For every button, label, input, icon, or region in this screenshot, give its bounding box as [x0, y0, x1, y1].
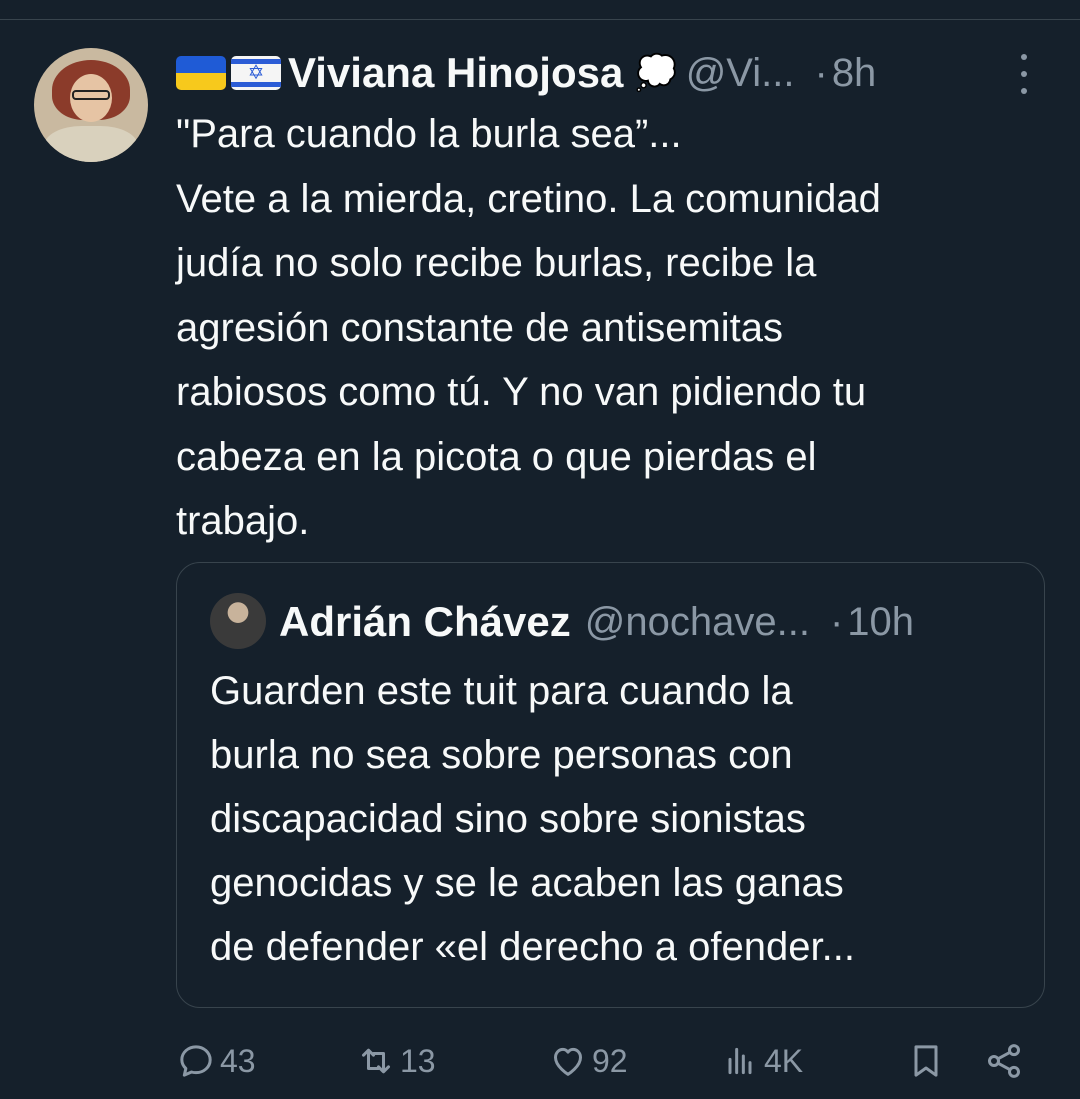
author-avatar[interactable]: [34, 48, 148, 162]
tweet-text-line: rabiosos como tú. Y no van pidiendo tu: [176, 370, 867, 414]
quoted-author-avatar[interactable]: [210, 593, 266, 649]
more-options-icon[interactable]: [1016, 54, 1032, 94]
quoted-tweet[interactable]: Adrián Chávez @nochave... · 10h Guarden …: [176, 562, 1045, 1008]
tweet-text-line: judía no solo recibe burlas, recibe la: [176, 241, 817, 285]
tweet-text-line: "Para cuando la burla sea”...: [176, 112, 682, 156]
tweet-text: "Para cuando la burla sea”... Vete a la …: [176, 102, 1056, 554]
reply-icon: [180, 1045, 212, 1077]
reply-count: 43: [220, 1042, 256, 1079]
like-button[interactable]: 92: [548, 1036, 628, 1086]
bookmark-icon: [914, 1045, 938, 1077]
reply-button[interactable]: 43: [176, 1036, 256, 1086]
views-button[interactable]: 4K: [720, 1036, 803, 1086]
share-icon: [987, 1044, 1021, 1078]
quoted-text-line: Guarden este tuit para cuando la: [210, 669, 793, 713]
tweet-header: ✡ Viviana Hinojosa 💭 @Vi... · 8h: [176, 45, 1046, 101]
views-count: 4K: [764, 1042, 804, 1079]
quoted-tweet-text: Guarden este tuit para cuando la burla n…: [210, 659, 1030, 979]
dot-separator: ·: [829, 599, 844, 644]
quoted-tweet-time[interactable]: 10h: [847, 600, 914, 645]
quoted-text-line: burla no sea sobre personas con: [210, 733, 793, 777]
like-count: 92: [592, 1042, 628, 1079]
heart-icon: [554, 1047, 582, 1076]
top-divider: [0, 19, 1080, 20]
retweet-icon: [362, 1048, 390, 1074]
tweet-text-line: agresión constante de antisemitas: [176, 305, 784, 350]
tweet-time[interactable]: 8h: [832, 51, 877, 96]
quoted-author-display-name[interactable]: Adrián Chávez: [279, 598, 571, 646]
quoted-text-line: discapacidad sino sobre sionistas: [210, 797, 806, 841]
quoted-text-line: genocidas y se le acaben las ganas: [210, 861, 844, 905]
quoted-author-handle[interactable]: @nochave...: [585, 600, 810, 645]
author-handle[interactable]: @Vi...: [686, 51, 795, 96]
tweet-text-line: cabeza en la picota o que pierdas el: [176, 434, 817, 479]
dot-separator: ·: [814, 50, 828, 95]
quoted-tweet-header: Adrián Chávez @nochave... · 10h: [279, 595, 914, 649]
share-button[interactable]: [984, 1036, 1028, 1086]
tweet-text-line: Vete a la mierda, cretino. La comunidad: [176, 176, 881, 221]
action-bar: 43 13 92 4K: [0, 1036, 1080, 1086]
israel-flag-icon: ✡: [231, 56, 281, 90]
bookmark-button[interactable]: [906, 1036, 950, 1086]
tweet-text-line: trabajo.: [176, 499, 310, 543]
views-bar-chart-icon: [728, 1047, 752, 1075]
ukraine-flag-icon: [176, 56, 226, 90]
retweet-button[interactable]: 13: [356, 1036, 436, 1086]
quoted-text-line: de defender «el derecho a ofender...: [210, 925, 855, 969]
author-display-name[interactable]: Viviana Hinojosa: [288, 49, 623, 97]
thought-balloon-icon: 💭: [635, 54, 678, 92]
retweet-count: 13: [400, 1042, 436, 1079]
